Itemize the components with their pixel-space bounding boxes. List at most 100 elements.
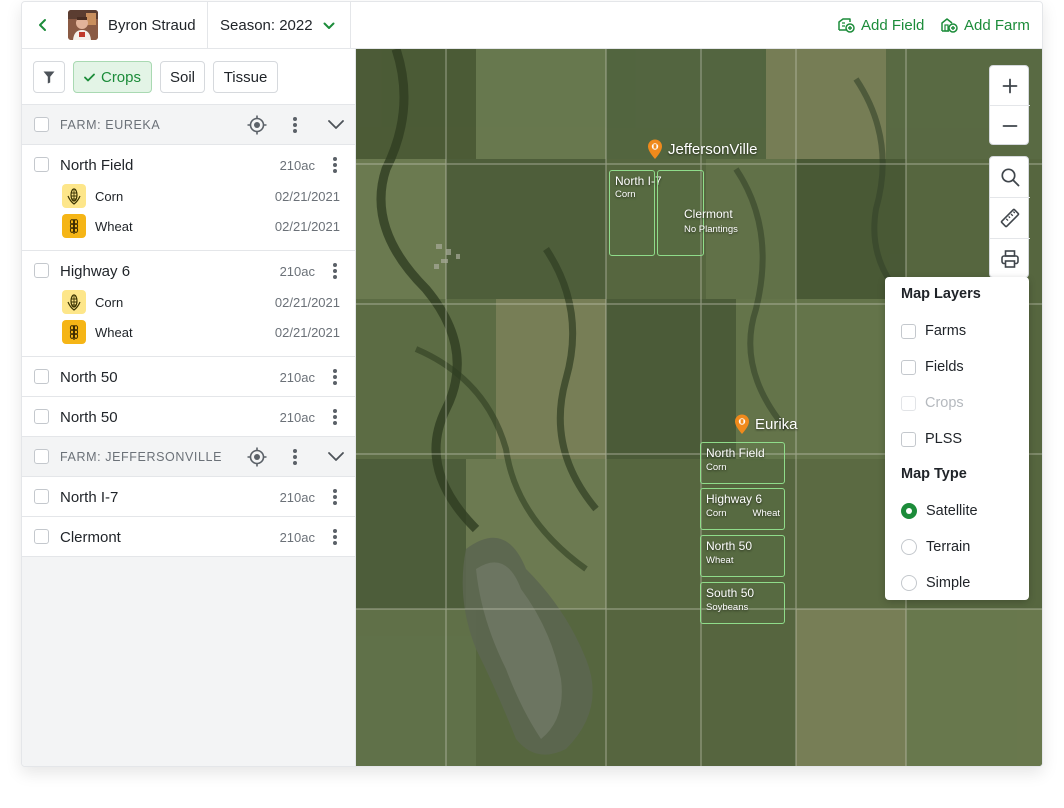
list-item[interactable]: North 50 210ac: [22, 397, 355, 437]
map-field-highway-6[interactable]: Highway 6 Corn Wheat: [700, 488, 785, 530]
field-name: North 50: [60, 369, 118, 386]
back-button[interactable]: [30, 12, 56, 38]
field-checkbox[interactable]: [34, 489, 49, 504]
field-checkbox[interactable]: [34, 409, 49, 424]
locate-icon[interactable]: [247, 115, 267, 135]
app-window: Byron Straud Season: 2022 Add Field Add …: [21, 1, 1043, 767]
list-item[interactable]: North 50 210ac: [22, 357, 355, 397]
more-vertical-icon[interactable]: [329, 261, 341, 281]
map-field-title: North Field: [706, 446, 765, 460]
farm-label: FARM: EUREKA: [60, 118, 161, 132]
map-field-crop: No Plantings: [684, 224, 738, 235]
zoom-in-icon: [1002, 78, 1018, 94]
map-view[interactable]: JeffersonVille Eurika North I-7 Corn Cle…: [356, 49, 1042, 766]
soil-filter-button[interactable]: Soil: [160, 61, 205, 93]
more-vertical-icon[interactable]: [329, 407, 341, 427]
list-item[interactable]: North I-7 210ac: [22, 477, 355, 517]
map-type-title: Map Type: [901, 466, 967, 482]
map-marker-eurika[interactable]: Eurika: [733, 413, 798, 435]
field-checkbox[interactable]: [34, 529, 49, 544]
add-farm-icon: [941, 18, 958, 33]
map-type-radio[interactable]: [901, 575, 917, 591]
layer-plss[interactable]: PLSS: [901, 429, 1021, 449]
crop-name: Corn: [95, 295, 124, 310]
list-item[interactable]: Highway 6 210ac Corn 02/21/2021 Wheat 02…: [22, 251, 355, 357]
measure-button[interactable]: [990, 198, 1030, 238]
farm-checkbox[interactable]: [34, 117, 49, 132]
header-divider: [350, 2, 351, 49]
chevron-down-icon: [323, 22, 335, 29]
locate-icon[interactable]: [247, 447, 267, 467]
soil-filter-label: Soil: [169, 68, 195, 86]
add-field-button[interactable]: Add Field: [837, 14, 924, 36]
map-type-label: Terrain: [926, 539, 971, 555]
crop-date: 02/21/2021: [274, 219, 340, 234]
layer-farms[interactable]: Farms: [901, 321, 1021, 341]
map-type-satellite[interactable]: Satellite: [901, 501, 1021, 521]
zoom-controls: [989, 65, 1030, 146]
map-type-terrain[interactable]: Terrain: [901, 537, 1021, 557]
marker-label: JeffersonVille: [668, 140, 758, 158]
more-vertical-icon[interactable]: [329, 527, 341, 547]
map-field-title: North I-7: [615, 174, 662, 188]
crop-date: 02/21/2021: [274, 295, 340, 310]
layer-checkbox[interactable]: [901, 431, 916, 447]
zoom-out-button[interactable]: [990, 106, 1030, 146]
map-marker-jeffersonville[interactable]: JeffersonVille: [646, 138, 758, 160]
layer-fields[interactable]: Fields: [901, 357, 1021, 377]
map-field-north-field[interactable]: North Field Corn: [700, 442, 785, 484]
crop-date: 02/21/2021: [274, 325, 340, 340]
field-acres: 210ac: [279, 490, 315, 505]
crops-filter-button[interactable]: Crops: [73, 61, 152, 93]
more-vertical-icon[interactable]: [329, 155, 341, 175]
farm-header-eureka[interactable]: FARM: EUREKA: [22, 105, 355, 145]
map-field-crop: Wheat: [706, 555, 734, 566]
farm-header-jeffersonville[interactable]: FARM: JEFFERSONVILLE: [22, 437, 355, 477]
map-type-radio[interactable]: [901, 503, 917, 519]
field-acres: 210ac: [279, 410, 315, 425]
map-type-simple[interactable]: Simple: [901, 573, 1021, 593]
user-name: Byron Straud: [108, 17, 196, 34]
farm-checkbox[interactable]: [34, 449, 49, 464]
map-field-north-50[interactable]: North 50 Wheat: [700, 535, 785, 577]
avatar[interactable]: [68, 10, 98, 40]
map-type-radio[interactable]: [901, 539, 917, 555]
filter-button[interactable]: [33, 61, 65, 93]
tissue-filter-button[interactable]: Tissue: [213, 61, 278, 93]
add-farm-button[interactable]: Add Farm: [940, 14, 1030, 36]
map-field-south-50[interactable]: South 50 Soybeans: [700, 582, 785, 624]
more-vertical-icon[interactable]: [289, 447, 301, 467]
more-vertical-icon[interactable]: [329, 367, 341, 387]
chevron-down-icon[interactable]: [327, 449, 345, 465]
layer-label: Fields: [925, 359, 964, 375]
zoom-in-button[interactable]: [990, 66, 1030, 106]
layer-label: Farms: [925, 323, 967, 339]
list-item[interactable]: Clermont 210ac: [22, 517, 355, 557]
add-farm-label: Add Farm: [964, 16, 1030, 34]
season-dropdown[interactable]: Season: 2022: [208, 2, 350, 49]
field-acres: 210ac: [279, 530, 315, 545]
chevron-down-icon[interactable]: [327, 117, 345, 133]
map-field-north-i-7[interactable]: North I-7 Corn: [609, 170, 662, 256]
field-checkbox[interactable]: [34, 263, 49, 278]
map-pin-icon: [648, 139, 662, 159]
chevron-left-icon: [39, 19, 46, 31]
field-checkbox[interactable]: [34, 369, 49, 384]
field-acres: 210ac: [279, 370, 315, 385]
more-vertical-icon[interactable]: [329, 487, 341, 507]
more-vertical-icon[interactable]: [289, 115, 301, 135]
layer-checkbox[interactable]: [901, 359, 916, 375]
search-button[interactable]: [990, 157, 1030, 197]
corn-icon: [62, 184, 86, 208]
crop-name: Wheat: [95, 219, 133, 234]
wheat-icon: [62, 214, 86, 238]
layer-checkbox[interactable]: [901, 323, 916, 339]
crop-line: Wheat 02/21/2021: [62, 214, 342, 238]
print-button[interactable]: [990, 239, 1030, 279]
field-acres: 210ac: [279, 264, 315, 279]
top-bar: Byron Straud Season: 2022 Add Field Add …: [22, 2, 1042, 49]
list-item[interactable]: North Field 210ac Corn 02/21/2021 Wheat …: [22, 145, 355, 251]
field-name: Highway 6: [60, 263, 131, 280]
wheat-icon: [62, 320, 86, 344]
field-checkbox[interactable]: [34, 157, 49, 172]
